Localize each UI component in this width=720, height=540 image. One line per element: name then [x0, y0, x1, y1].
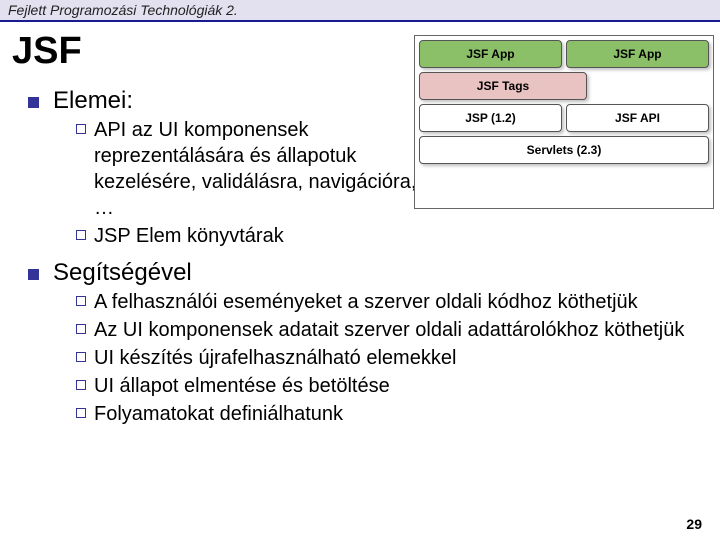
- list-item: JSP Elem könyvtárak: [76, 223, 418, 249]
- architecture-diagram: JSF App JSF App JSF Tags JSP (1.2) JSF A…: [414, 35, 714, 209]
- list-item: Az UI komponensek adatait szerver oldali…: [76, 317, 692, 343]
- page-number: 29: [686, 516, 702, 532]
- box-jsf-app-left: JSF App: [419, 40, 562, 68]
- section-segitsegevel: Segítségével: [28, 259, 692, 287]
- list-item: UI készítés újrafelhasználható elemekkel: [76, 345, 692, 371]
- box-servlets: Servlets (2.3): [419, 136, 709, 164]
- section-heading: Elemei:: [53, 87, 133, 115]
- item-text: A felhasználói eseményeket a szerver old…: [94, 289, 692, 315]
- course-header: Fejlett Programozási Technológiák 2.: [0, 0, 720, 22]
- box-jsp: JSP (1.2): [419, 104, 562, 132]
- box-jsf-api: JSF API: [566, 104, 709, 132]
- hollow-bullet-icon: [76, 408, 86, 418]
- section-heading: Segítségével: [53, 259, 192, 287]
- hollow-bullet-icon: [76, 230, 86, 240]
- item-text: Az UI komponensek adatait szerver oldali…: [94, 317, 692, 343]
- box-jsf-app-right: JSF App: [566, 40, 709, 68]
- slide: Fejlett Programozási Technológiák 2. JSF…: [0, 0, 720, 540]
- hollow-bullet-icon: [76, 124, 86, 134]
- item-text: UI készítés újrafelhasználható elemekkel: [94, 345, 692, 371]
- hollow-bullet-icon: [76, 296, 86, 306]
- box-jsf-tags: JSF Tags: [419, 72, 587, 100]
- hollow-bullet-icon: [76, 380, 86, 390]
- square-bullet-icon: [28, 97, 39, 108]
- item-text: API az UI komponensek reprezentálására é…: [94, 117, 418, 221]
- list-item: A felhasználói eseményeket a szerver old…: [76, 289, 692, 315]
- square-bullet-icon: [28, 269, 39, 280]
- item-text: Folyamatokat definiálhatunk: [94, 401, 692, 427]
- list-item: UI állapot elmentése és betöltése: [76, 373, 692, 399]
- course-title: Fejlett Programozási Technológiák 2.: [8, 2, 238, 18]
- list-item: API az UI komponensek reprezentálására é…: [76, 117, 418, 221]
- item-text: UI állapot elmentése és betöltése: [94, 373, 692, 399]
- hollow-bullet-icon: [76, 352, 86, 362]
- list-item: Folyamatokat definiálhatunk: [76, 401, 692, 427]
- item-text: JSP Elem könyvtárak: [94, 223, 418, 249]
- hollow-bullet-icon: [76, 324, 86, 334]
